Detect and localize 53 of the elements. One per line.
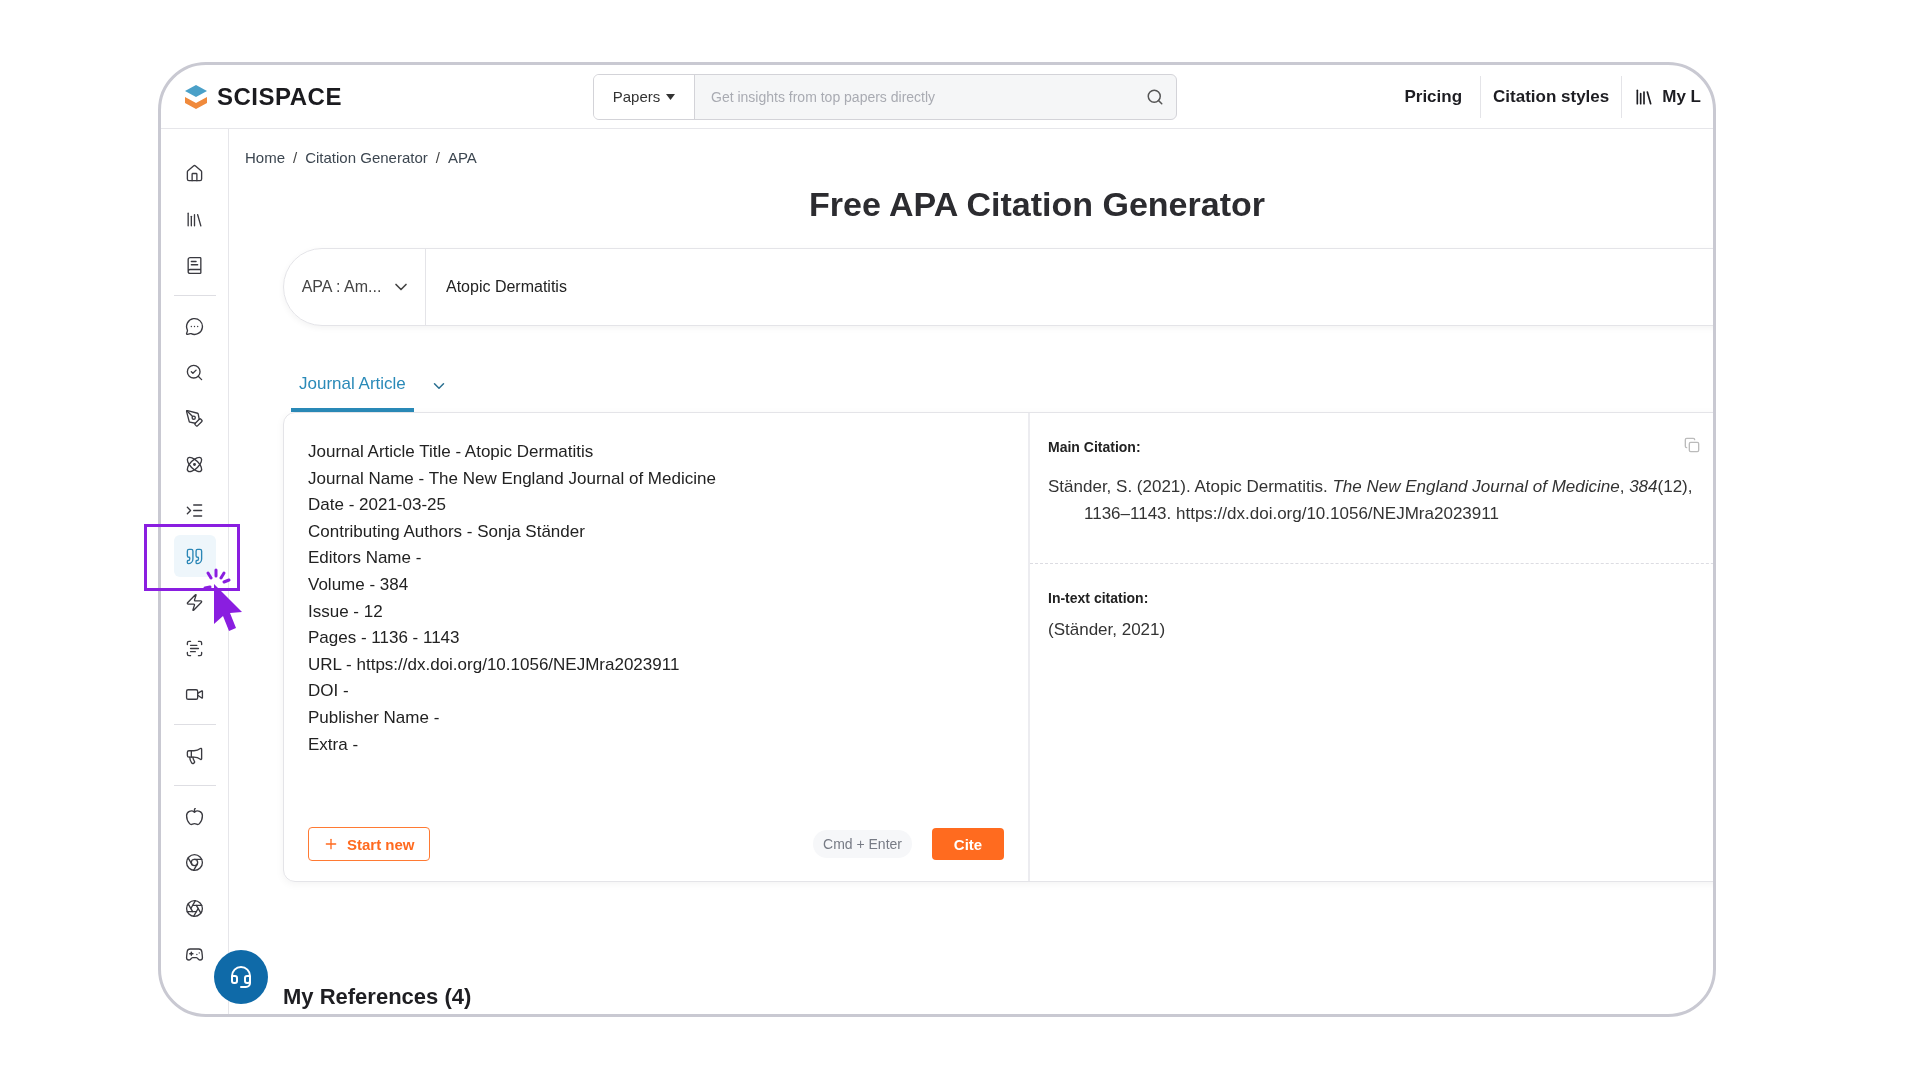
logo-icon xyxy=(183,82,209,111)
field-line: DOI - xyxy=(308,680,350,703)
headset-icon xyxy=(229,965,253,989)
style-dropdown[interactable]: APA : Am... xyxy=(284,249,426,325)
atom-icon xyxy=(185,454,204,474)
shortcut-hint: Cmd + Enter xyxy=(813,830,912,858)
pen-icon xyxy=(185,408,204,428)
book-icon xyxy=(185,255,204,275)
chat-icon xyxy=(185,316,204,336)
page-title: Free APA Citation Generator xyxy=(808,185,1266,224)
nav-link[interactable]: My L xyxy=(1621,75,1713,118)
breadcrumb-separator: / xyxy=(435,149,440,166)
search-icon[interactable] xyxy=(1146,87,1164,106)
breadcrumb-link[interactable]: Citation Generator xyxy=(305,149,428,166)
field-line: Date - 2021-03-25 xyxy=(308,494,447,517)
main-citation-text: Ständer, S. (2021). Atopic Dermatitis. The New England Journal of Medicine, 384(12), 1136–1143. https://dx.doi.org/10.1056/NEJMra2023911 xyxy=(1048,476,1694,525)
plus-icon xyxy=(323,836,339,852)
lightning-icon xyxy=(185,592,204,612)
field-line: Extra - xyxy=(308,733,360,756)
nav-link[interactable]: Citation styles xyxy=(1480,75,1622,118)
type-tab[interactable]: Journal Article xyxy=(291,374,414,412)
search-bar[interactable]: Papers Get insights from top papers directly xyxy=(593,73,1177,120)
aperture-icon xyxy=(185,898,204,918)
query-field[interactable]: Atopic Dermatitis xyxy=(426,249,1713,325)
search-icon xyxy=(185,362,204,382)
references-heading: My References (4) xyxy=(283,984,473,1010)
field-line: Journal Name - The New England Journal of Medicine xyxy=(308,467,717,490)
main-citation-label: Main Citation: xyxy=(1048,439,1141,455)
chrome-icon xyxy=(185,852,204,872)
in-text-citation-label: In-text citation: xyxy=(1048,590,1149,606)
scan-text-icon xyxy=(185,638,204,658)
quote-icon xyxy=(185,546,204,566)
field-line: Contributing Authors - Sonja Ständer xyxy=(308,520,586,543)
copy-icon xyxy=(1684,437,1700,453)
logo-wordmark[interactable]: SCISPACE xyxy=(217,82,342,111)
field-line: Editors Name - xyxy=(308,547,423,570)
field-line: Publisher Name - xyxy=(308,706,441,729)
search-field[interactable]: Get insights from top papers directly xyxy=(709,74,1138,119)
home-icon xyxy=(185,163,204,183)
field-line: Journal Article Title - Atopic Dermatitis xyxy=(308,441,595,463)
breadcrumb-link[interactable]: APA xyxy=(447,149,477,166)
apple-icon xyxy=(185,806,204,826)
field-line: Volume - 384 xyxy=(308,573,410,596)
caret-icon xyxy=(666,93,676,100)
breadcrumb-separator: / xyxy=(293,149,298,166)
field-line: Issue - 12 xyxy=(308,600,384,623)
scope-dropdown[interactable]: Papers xyxy=(594,74,695,119)
in-text-citation-text: (Ständer, 2021) xyxy=(1048,620,1167,640)
field-line: Pages - 1136 - 1143 xyxy=(308,627,461,650)
field-line: URL - https://dx.doi.org/10.1056/NEJMra2023911 xyxy=(308,653,681,676)
nav-link[interactable]: Pricing xyxy=(1386,75,1481,118)
megaphone-icon xyxy=(185,745,204,765)
breadcrumb-link[interactable]: Home xyxy=(245,149,285,166)
